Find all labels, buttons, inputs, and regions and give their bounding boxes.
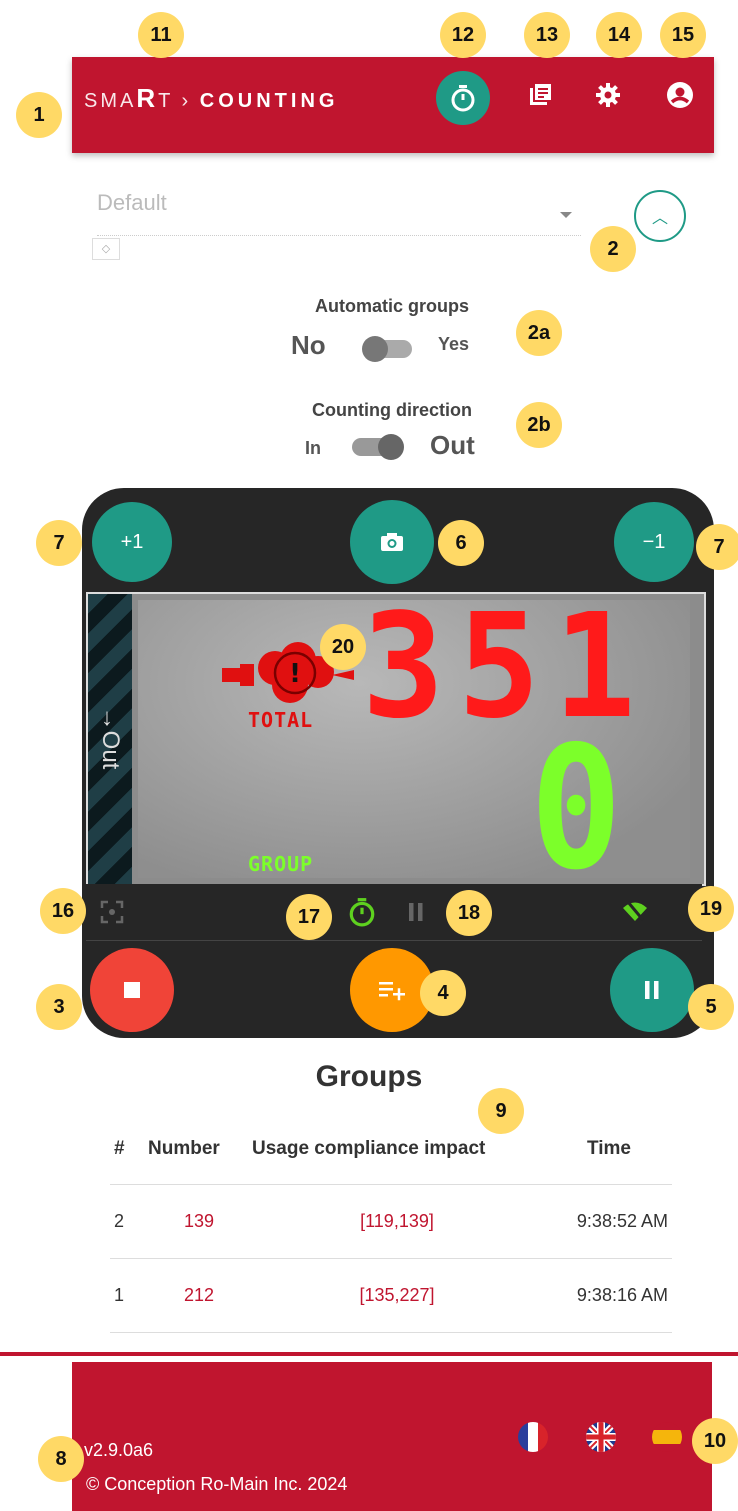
callout-badge: 13	[524, 12, 570, 58]
col-header-id: #	[114, 1138, 125, 1159]
account-icon	[667, 82, 693, 108]
group-label: GROUP	[248, 852, 314, 876]
col-header-impact: Usage compliance impact	[252, 1138, 486, 1159]
callout-badge: 16	[40, 888, 86, 934]
callout-badge: 2a	[516, 310, 562, 356]
automatic-groups-no-label: No	[291, 330, 326, 360]
automatic-groups-title: Automatic groups	[314, 296, 469, 316]
callout-badge: 19	[688, 886, 734, 932]
chevron-up-icon: ︿	[651, 210, 668, 227]
status-bar	[86, 884, 702, 941]
timer-status-icon	[349, 898, 375, 927]
callout-badge: 20	[320, 624, 366, 670]
callout-badge: 3	[36, 984, 82, 1030]
callout-badge: 10	[692, 1418, 738, 1464]
table-header-row: # Number Usage compliance impact Time	[110, 1130, 672, 1185]
footer-divider	[0, 1352, 738, 1356]
row-number: 212	[148, 1258, 248, 1333]
collapse-button[interactable]: ︿	[634, 190, 686, 242]
english-flag-icon[interactable]	[586, 1422, 616, 1452]
callout-badge: 17	[286, 894, 332, 940]
settings-button[interactable]	[588, 75, 628, 115]
camera-icon	[381, 533, 403, 551]
stop-button[interactable]	[90, 948, 174, 1032]
logo-text-t: T	[158, 90, 173, 112]
groups-table: # Number Usage compliance impact Time 2 …	[110, 1130, 672, 1333]
timer-button[interactable]	[436, 71, 490, 125]
pause-icon	[645, 981, 659, 999]
row-impact: [135,227]	[248, 1258, 546, 1333]
plus-one-button[interactable]: +1	[92, 502, 172, 582]
copyright-text: © Conception Ro-Main Inc. 2024	[86, 1474, 348, 1494]
callout-badge: 1	[16, 92, 62, 138]
french-flag-icon[interactable]	[518, 1422, 548, 1452]
playlist-add-icon	[379, 982, 405, 1001]
table-row: 1 212 [135,227] 9:38:16 AM	[110, 1258, 672, 1333]
settings-icon	[596, 83, 620, 107]
direction-label: →Out	[97, 706, 124, 770]
app-header: SMART › COUNTING	[72, 57, 714, 153]
direction-stripe: →Out	[88, 594, 132, 884]
select-underline	[97, 235, 581, 236]
wifi-icon	[623, 901, 647, 921]
app-footer: v2.9.0a6 © Conception Ro-Main Inc. 2024	[72, 1362, 712, 1511]
table-row: 2 139 [119,139] 9:38:52 AM	[110, 1184, 672, 1259]
counting-direction-out-label: Out	[430, 430, 475, 460]
callout-badge: 2b	[516, 402, 562, 448]
callout-badge: 7	[36, 520, 82, 566]
callout-badge: 4	[420, 970, 466, 1016]
row-impact: [119,139]	[248, 1184, 546, 1259]
callout-badge: 8	[38, 1436, 84, 1482]
report-icon	[530, 84, 551, 105]
counting-direction-toggle[interactable]	[350, 434, 408, 460]
pause-button[interactable]	[610, 948, 694, 1032]
counting-direction-title: Counting direction	[312, 400, 472, 420]
alert-symbol: !	[289, 659, 301, 689]
app-logo: SMART › COUNTING	[84, 83, 338, 114]
resize-handle-icon[interactable]: ◇	[92, 238, 120, 260]
counting-direction-in-label: In	[305, 438, 321, 458]
stop-icon	[124, 982, 140, 998]
callout-badge: 7	[696, 524, 738, 570]
timer-icon	[451, 85, 475, 112]
groups-title: Groups	[315, 1060, 423, 1093]
focus-icon[interactable]	[100, 900, 124, 924]
callout-badge: 15	[660, 12, 706, 58]
row-time: 9:38:16 AM	[546, 1258, 672, 1333]
callout-badge: 2	[590, 226, 636, 272]
callout-badge: 6	[438, 520, 484, 566]
callout-badge: 5	[688, 984, 734, 1030]
automatic-groups-yes-label: Yes	[438, 334, 470, 354]
callout-badge: 18	[446, 890, 492, 936]
logo-text-r: R	[136, 83, 159, 113]
logo-text-counting: COUNTING	[199, 90, 339, 112]
row-number: 139	[148, 1184, 248, 1259]
callout-badge: 12	[440, 12, 486, 58]
minus-one-button[interactable]: −1	[614, 502, 694, 582]
group-count: 0	[530, 710, 623, 908]
version-text: v2.9.0a6	[84, 1440, 154, 1460]
total-label: TOTAL	[248, 708, 314, 732]
account-button[interactable]	[660, 75, 700, 115]
camera-button[interactable]	[350, 500, 434, 584]
callout-badge: 14	[596, 12, 642, 58]
group-preset-select[interactable]: Default	[97, 190, 167, 216]
callout-badge: 9	[478, 1088, 524, 1134]
row-time: 9:38:52 AM	[546, 1184, 672, 1259]
counter-display: →Out ! TOTAL 351 0 GROUP	[86, 582, 706, 908]
spanish-flag-icon[interactable]	[652, 1422, 682, 1452]
counter-screen: ! TOTAL 351 0 GROUP	[138, 582, 690, 908]
dropdown-caret-icon[interactable]	[560, 212, 572, 218]
logo-text-sma: SMA	[84, 90, 137, 112]
col-header-time: Time	[586, 1138, 631, 1159]
paused-status-icon	[409, 903, 423, 921]
automatic-groups-toggle[interactable]	[362, 336, 414, 362]
row-id: 2	[110, 1184, 148, 1259]
row-id: 1	[110, 1258, 148, 1333]
callout-badge: 11	[138, 12, 184, 58]
report-button[interactable]	[520, 75, 560, 115]
col-header-number: Number	[148, 1138, 220, 1159]
logo-separator: ›	[181, 90, 192, 112]
